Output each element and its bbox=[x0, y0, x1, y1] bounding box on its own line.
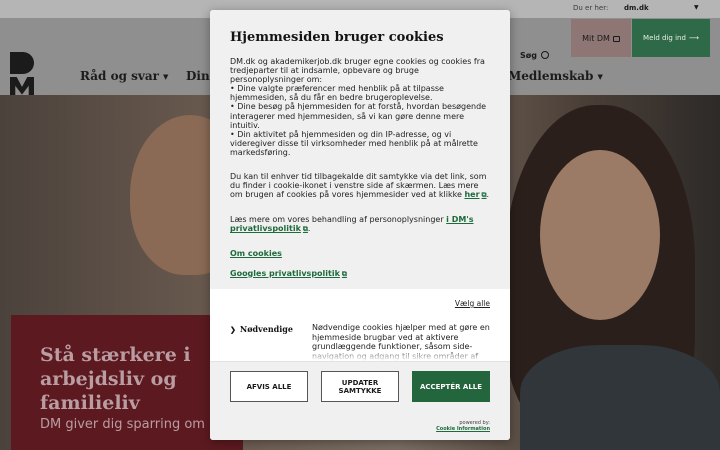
search-label: Søg bbox=[520, 51, 537, 60]
hero-card: Stå stærkere i arbejdsliv og familieliv … bbox=[11, 315, 243, 450]
context-label: Du er her: bbox=[573, 4, 609, 12]
cookie-intro: DM.dk og akademikerjob.dk bruger egne co… bbox=[230, 57, 490, 157]
search-icon bbox=[540, 51, 549, 59]
privacy-text: Læs mere om vores behandling af personop… bbox=[230, 215, 444, 225]
category-necessary-toggle[interactable]: ❯ Nødvendige bbox=[230, 324, 293, 334]
hero-photo-body bbox=[520, 345, 720, 450]
external-link-icon: ⧉ bbox=[481, 191, 487, 200]
read-more-link[interactable]: her ⧉ bbox=[464, 190, 486, 199]
nav-item-din[interactable]: Din bbox=[186, 69, 210, 83]
privacy-end: . bbox=[307, 224, 311, 234]
select-all-link[interactable]: Vælg alle bbox=[455, 299, 490, 308]
cookie-consent-dialog: Hjemmesiden bruger cookies DM.dk og akad… bbox=[210, 10, 510, 440]
lock-icon bbox=[612, 36, 620, 42]
nav-label: Medlemskab bbox=[508, 69, 594, 83]
dm-logo[interactable] bbox=[10, 52, 36, 100]
logo-letter-d bbox=[10, 52, 34, 74]
withdraw-consent-text: Du kan til enhver tid tilbagekalde dit s… bbox=[230, 172, 490, 200]
google-privacy-label: Googles privatlivspolitik bbox=[230, 268, 340, 278]
bullet-preferences: • Dine valgte præferencer med henblik på… bbox=[230, 84, 444, 103]
dialog-title: Hjemmesiden bruger cookies bbox=[230, 30, 444, 45]
arrow-right-icon: ⟶ bbox=[688, 34, 699, 42]
nav-item-medlemskab[interactable]: Medlemskab ▼ bbox=[508, 69, 603, 83]
my-dm-label: Mit DM bbox=[582, 33, 610, 43]
accept-all-button[interactable]: ACCEPTÉR ALLE bbox=[412, 371, 490, 402]
about-cookies-link[interactable]: Om cookies bbox=[230, 249, 490, 258]
signup-label: Meld dig ind bbox=[643, 34, 686, 42]
chevron-right-icon: ❯ bbox=[230, 325, 236, 334]
bullet-statistics: • Dine besøg på hjemmesiden for at forst… bbox=[230, 102, 487, 130]
category-title: Nødvendige bbox=[239, 324, 293, 334]
scroll-fade bbox=[210, 349, 510, 361]
cookie-categories: Vælg alle ❯ Nødvendige Nødvendige cookies… bbox=[210, 289, 510, 361]
my-dm-button[interactable]: Mit DM bbox=[571, 19, 631, 57]
update-consent-button[interactable]: UPDATER SAMTYKKE bbox=[321, 371, 399, 402]
cookie-information-logo[interactable]: Cookie Information bbox=[436, 426, 490, 432]
bullet-marketing: • Din aktivitet på hjemmesiden og din IP… bbox=[230, 129, 478, 157]
nav-item-raad-og-svar[interactable]: Råd og svar ▼ bbox=[80, 69, 168, 83]
external-link-icon: ⧉ bbox=[341, 269, 347, 278]
chevron-down-icon: ▼ bbox=[163, 72, 169, 81]
nav-label: Din bbox=[186, 69, 210, 83]
search-button[interactable]: Søg bbox=[520, 50, 549, 60]
intro-text: DM.dk og akademikerjob.dk bruger egne co… bbox=[230, 57, 485, 85]
privacy-policy-text: Læs mere om vores behandling af personop… bbox=[230, 215, 490, 234]
chevron-down-icon: ▼ bbox=[694, 4, 699, 11]
read-more-link-label: her bbox=[464, 190, 480, 200]
nav-label: Råd og svar bbox=[80, 69, 159, 83]
dialog-actions: AFVIS ALLE UPDATER SAMTYKKE ACCEPTÉR ALL… bbox=[210, 361, 510, 440]
decline-all-button[interactable]: AFVIS ALLE bbox=[230, 371, 308, 402]
google-privacy-link[interactable]: Googles privatlivspolitik ⧉ bbox=[230, 269, 490, 279]
chevron-down-icon: ▼ bbox=[597, 72, 603, 81]
cookie-info-panel: Hjemmesiden bruger cookies DM.dk og akad… bbox=[210, 10, 510, 289]
site-selector[interactable]: dm.dk bbox=[624, 4, 700, 12]
powered-by: powered by: Cookie Information bbox=[436, 420, 490, 432]
hero-photo-face bbox=[540, 150, 660, 320]
signup-button[interactable]: Meld dig ind ⟶ bbox=[632, 19, 710, 57]
withdraw-text: Du kan til enhver tid tilbagekalde dit s… bbox=[230, 172, 487, 200]
